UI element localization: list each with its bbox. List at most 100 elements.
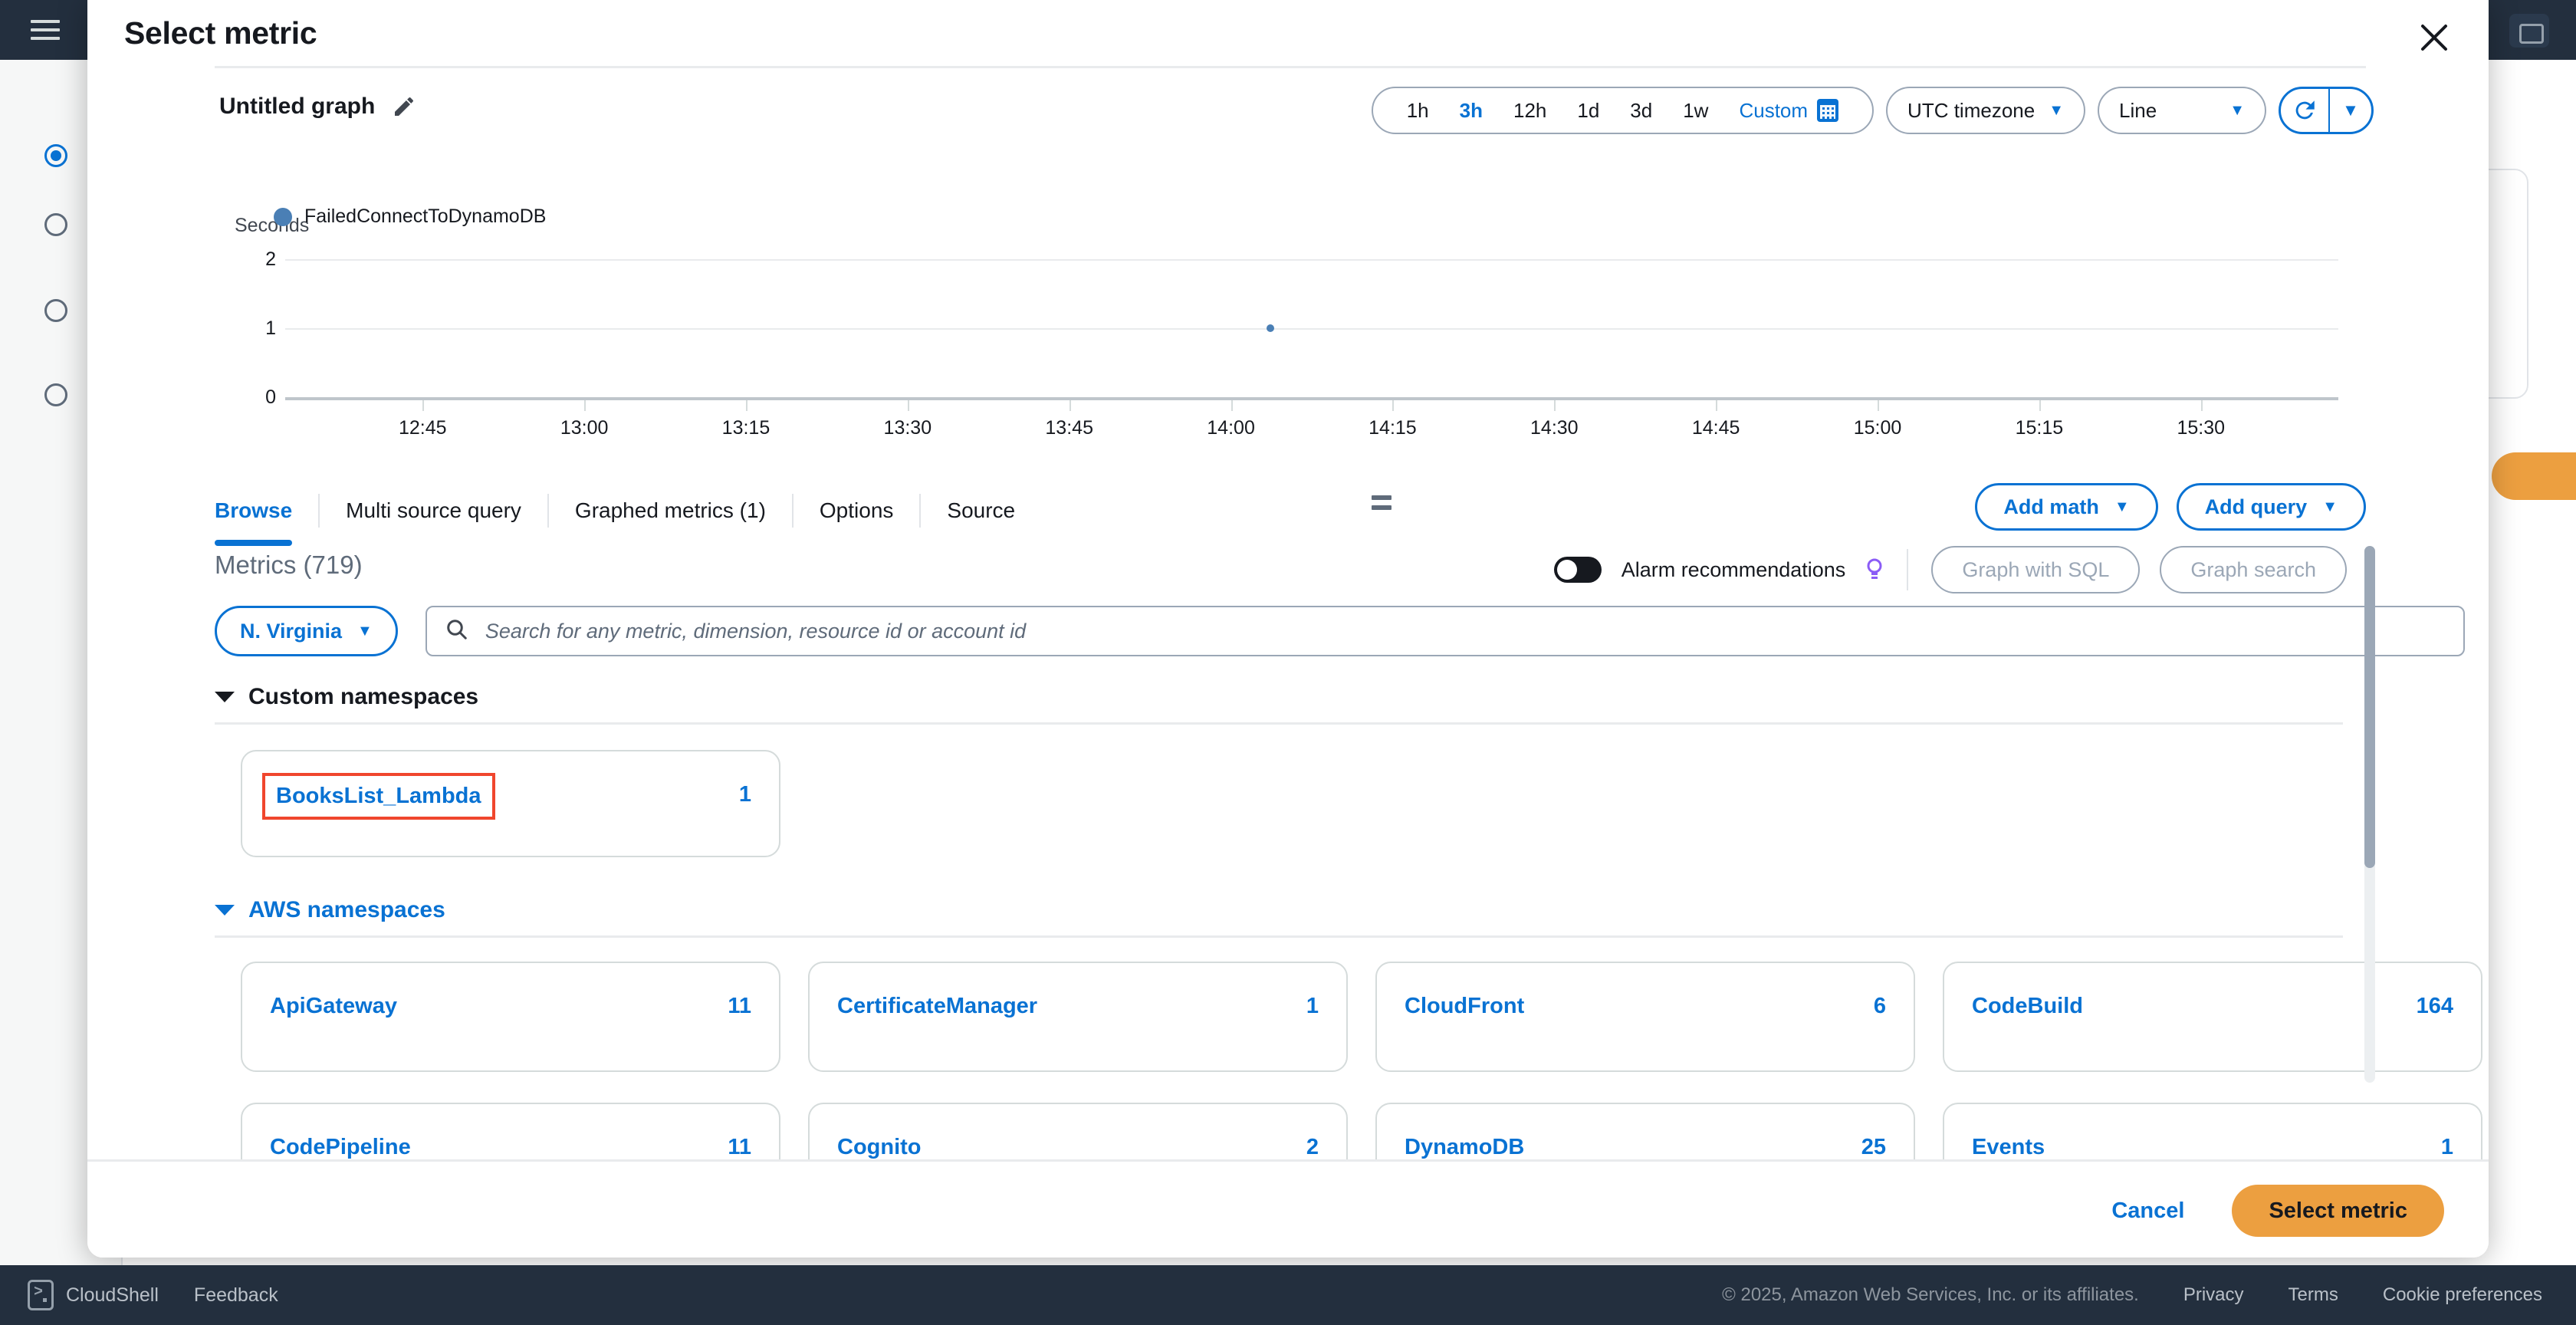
namespace-card-bookslist-lambda[interactable]: BooksList_Lambda 1 (241, 750, 780, 857)
divider (1907, 549, 1909, 590)
close-icon[interactable] (2413, 17, 2455, 58)
panel-icon[interactable] (2509, 14, 2549, 48)
range-1h[interactable]: 1h (1392, 99, 1444, 123)
background-feedback-pill[interactable] (2492, 452, 2576, 500)
background-radio-4[interactable] (44, 383, 67, 406)
background-radio-1[interactable] (44, 144, 67, 167)
graph-title-row: Untitled graph (219, 94, 416, 120)
console-bottom-bar: CloudShell Feedback © 2025, Amazon Web S… (0, 1265, 2576, 1325)
tab-graphed-metrics[interactable]: Graphed metrics (1) (549, 477, 792, 544)
tab-underline (215, 66, 2366, 68)
chart-type-select[interactable]: Line ▼ (2098, 87, 2266, 134)
namespace-count: 25 (1861, 1135, 1886, 1159)
tab-options[interactable]: Options (794, 477, 920, 544)
aws-namespaces-header[interactable]: AWS namespaces (215, 897, 445, 923)
cancel-button[interactable]: Cancel (2101, 1198, 2195, 1224)
add-math-button[interactable]: Add math ▼ (1975, 483, 2158, 531)
feedback-link[interactable]: Feedback (194, 1284, 278, 1307)
background-radio-3[interactable] (44, 299, 67, 322)
namespace-card-apigateway[interactable]: ApiGateway 11 (241, 962, 780, 1072)
console-bar-left: CloudShell Feedback (28, 1280, 278, 1310)
range-12h[interactable]: 12h (1498, 99, 1562, 123)
region-select[interactable]: N. Virginia ▼ (215, 606, 398, 656)
select-metric-button[interactable]: Select metric (2232, 1185, 2444, 1237)
search-placeholder: Search for any metric, dimension, resour… (485, 619, 1027, 643)
background-radio-2[interactable] (44, 213, 67, 236)
chevron-down-icon[interactable]: ▼ (2330, 89, 2371, 132)
x-tick-label: 12:45 (398, 417, 447, 439)
chevron-down-icon: ▼ (2229, 102, 2245, 119)
range-custom-label: Custom (1739, 98, 1809, 122)
x-tick-label: 13:00 (560, 417, 609, 439)
chevron-down-icon: ▼ (2322, 498, 2338, 515)
x-tick-mark (584, 400, 586, 411)
namespace-card-certificatemanager[interactable]: CertificateManager 1 (808, 962, 1348, 1072)
pencil-icon[interactable] (392, 94, 416, 119)
graph-search-button[interactable]: Graph search (2160, 546, 2347, 593)
y-tick-1: 1 (265, 317, 276, 339)
drag-handle-icon[interactable] (1372, 495, 1392, 515)
metrics-title: Metrics (719) (215, 551, 363, 580)
x-tick-label: 14:30 (1530, 417, 1579, 439)
namespace-name[interactable]: Cognito (837, 1135, 922, 1160)
chart-x-axis (285, 397, 2338, 400)
hamburger-menu-icon[interactable] (31, 20, 60, 41)
range-custom[interactable]: Custom (1723, 99, 1854, 123)
namespace-name[interactable]: CodeBuild (1972, 994, 2083, 1019)
tab-actions: Add math ▼ Add query ▼ (1975, 483, 2366, 531)
metric-chart: Seconds 2 1 0 12:45 13:00 13:15 13:30 13:45 1… (87, 215, 2489, 445)
namespace-name[interactable]: BooksList_Lambda (262, 773, 495, 820)
x-tick-label: 13:45 (1045, 417, 1093, 439)
privacy-link[interactable]: Privacy (2183, 1284, 2244, 1306)
alarm-recommendations-label: Alarm recommendations (1621, 557, 1846, 581)
x-tick-mark (1069, 400, 1071, 411)
range-1w[interactable]: 1w (1668, 99, 1723, 123)
namespace-name[interactable]: Events (1972, 1135, 2045, 1160)
range-1d[interactable]: 1d (1562, 99, 1615, 123)
alarm-recommendations-toggle[interactable] (1553, 557, 1602, 583)
x-tick-label: 14:00 (1207, 417, 1255, 439)
cloudshell-label: CloudShell (66, 1284, 159, 1306)
legend-swatch (274, 207, 292, 226)
namespace-name[interactable]: CodePipeline (270, 1135, 411, 1160)
select-metric-modal: Select metric Untitled graph 1h 3h 12h 1… (87, 0, 2489, 1258)
namespace-name[interactable]: DynamoDB (1405, 1135, 1524, 1160)
calendar-icon (1817, 99, 1839, 122)
namespace-name[interactable]: CertificateManager (837, 994, 1037, 1019)
y-tick-2: 2 (265, 248, 276, 270)
gridline-2 (285, 259, 2338, 261)
tabs-row: Browse Multi source query Graphed metric… (87, 477, 2489, 546)
search-icon (445, 618, 468, 645)
tab-source[interactable]: Source (921, 477, 1041, 544)
chart-type-label: Line (2119, 98, 2157, 122)
namespace-count: 11 (728, 1135, 751, 1159)
namespace-name[interactable]: CloudFront (1405, 994, 1524, 1019)
scrollbar-thumb[interactable] (2364, 546, 2375, 868)
cloudshell-button[interactable]: CloudShell (28, 1280, 159, 1310)
namespace-card-codebuild[interactable]: CodeBuild 164 (1943, 962, 2482, 1072)
add-math-label: Add math (2003, 495, 2099, 518)
tab-multi-source-query[interactable]: Multi source query (320, 477, 547, 544)
timezone-label: UTC timezone (1907, 98, 2036, 122)
terms-link[interactable]: Terms (2288, 1284, 2338, 1306)
filter-row: N. Virginia ▼ Search for any metric, dim… (215, 606, 2465, 656)
cookie-preferences-link[interactable]: Cookie preferences (2383, 1284, 2542, 1306)
search-input[interactable]: Search for any metric, dimension, resour… (425, 606, 2465, 656)
custom-namespaces-header[interactable]: Custom namespaces (215, 684, 478, 710)
namespace-card-cloudfront[interactable]: CloudFront 6 (1375, 962, 1915, 1072)
range-3d[interactable]: 3d (1615, 99, 1668, 123)
chevron-down-icon (215, 692, 235, 702)
refresh-icon[interactable] (2281, 89, 2328, 132)
range-3h[interactable]: 3h (1444, 99, 1498, 123)
timezone-select[interactable]: UTC timezone ▼ (1886, 87, 2085, 134)
graph-toolbar: 1h 3h 12h 1d 3d 1w Custom UTC timezone ▼… (1371, 87, 2374, 134)
chevron-down-icon: ▼ (2114, 498, 2130, 515)
console-bar-right: © 2025, Amazon Web Services, Inc. or its… (1722, 1284, 2542, 1306)
divider (215, 722, 2343, 725)
graph-with-sql-button[interactable]: Graph with SQL (1931, 546, 2141, 593)
namespace-count: 1 (2440, 1135, 2453, 1159)
tab-browse[interactable]: Browse (215, 477, 318, 546)
metrics-scrollbar[interactable] (2364, 546, 2375, 1083)
namespace-name[interactable]: ApiGateway (270, 994, 397, 1019)
add-query-button[interactable]: Add query ▼ (2176, 483, 2366, 531)
